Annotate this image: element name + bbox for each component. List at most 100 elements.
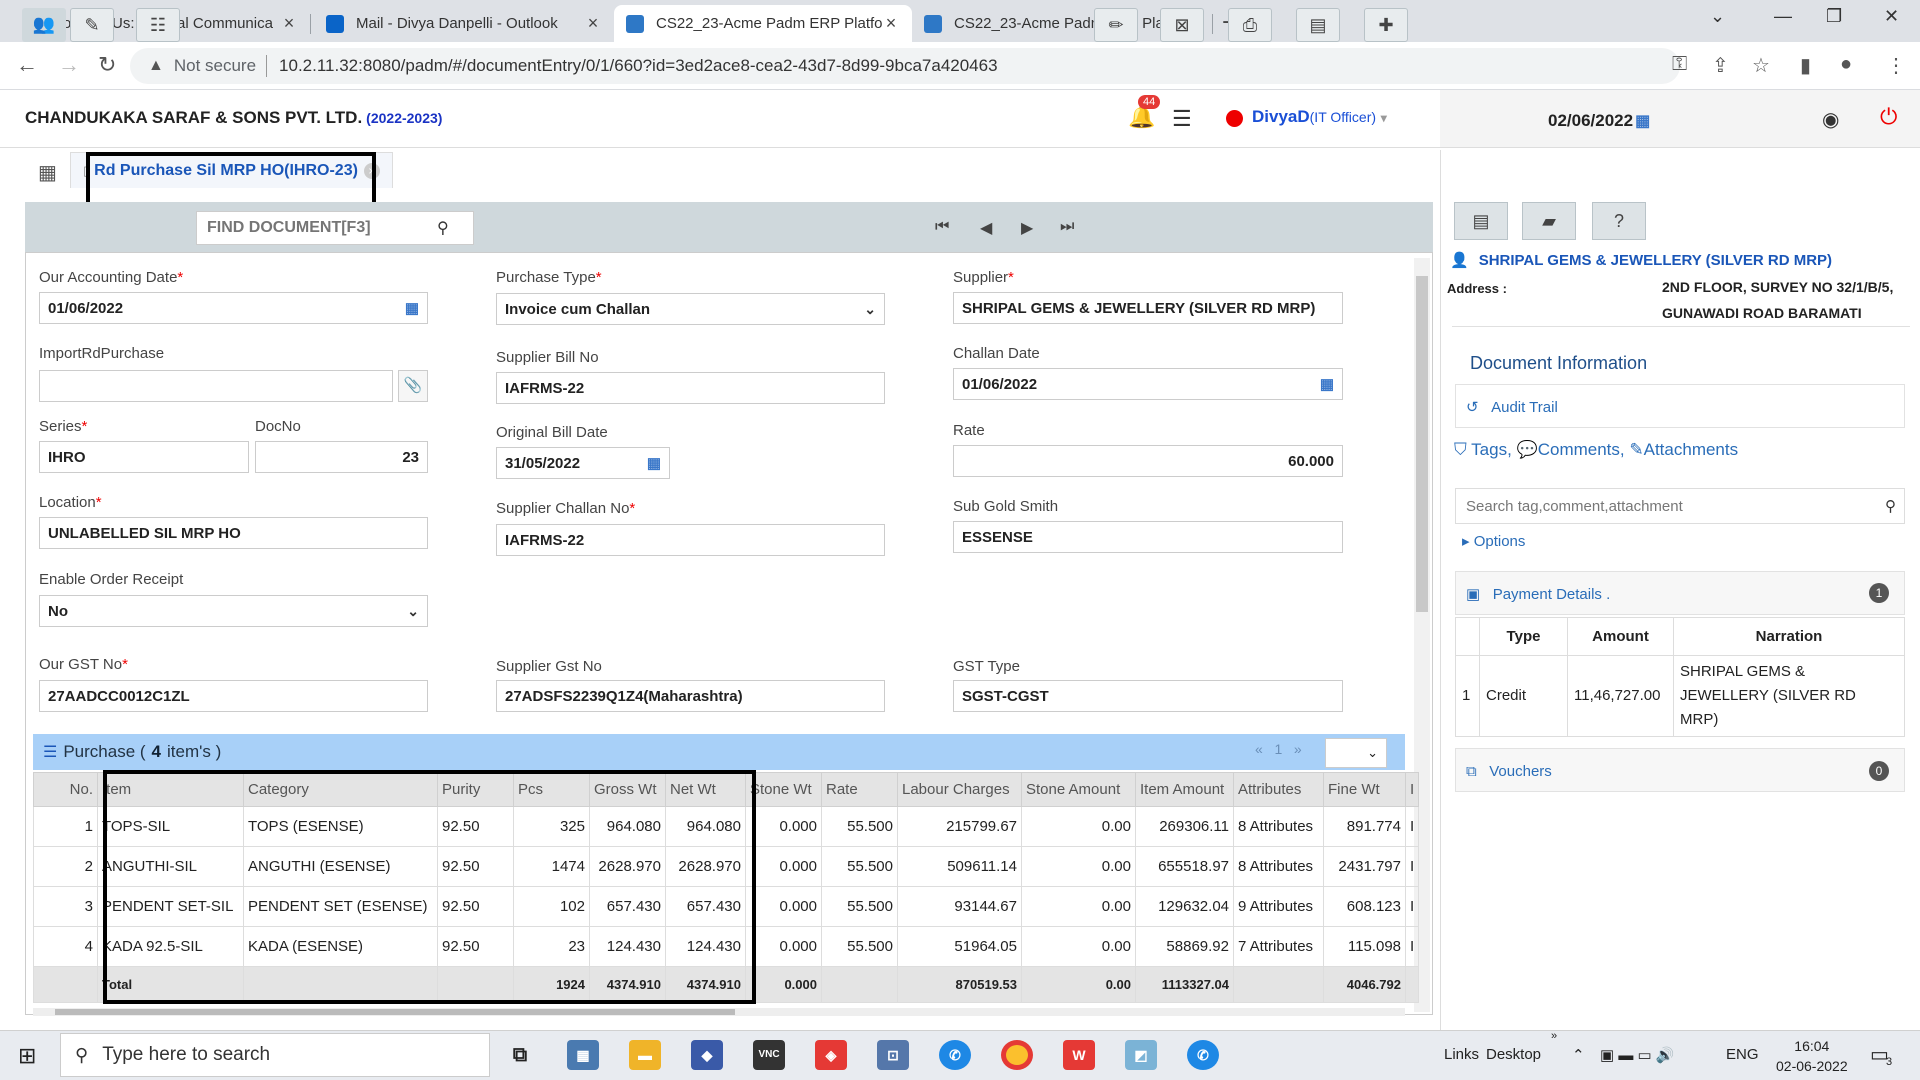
- cell-no[interactable]: 3: [33, 886, 98, 927]
- edit-entry-button[interactable]: ✎: [70, 8, 114, 42]
- cell-category[interactable]: TOPS (ESENSE): [243, 806, 438, 847]
- current-date[interactable]: 02/06/2022 ▦: [1548, 111, 1650, 131]
- attachment-clip-icon[interactable]: 📎: [398, 370, 428, 402]
- cell-gross-wt[interactable]: 2628.970: [589, 846, 666, 887]
- cell-rate[interactable]: 55.500: [821, 806, 898, 847]
- form-scrollbar-thumb[interactable]: [1416, 276, 1428, 612]
- table-row[interactable]: 2 ANGUTHI-SIL ANGUTHI (ESENSE) 92.50 1474 262…: [33, 846, 1420, 887]
- col-header-rate[interactable]: Rate: [821, 772, 898, 807]
- purchase-type-select[interactable]: Invoice cum Challan ⌄: [496, 293, 885, 325]
- browser-menu-icon[interactable]: ⋮: [1886, 53, 1906, 78]
- calendar-icon[interactable]: ▦: [647, 454, 661, 472]
- close-tab-icon[interactable]: ×: [882, 13, 900, 34]
- audit-trail-link[interactable]: ↺ Audit Trail: [1466, 398, 1558, 416]
- docno-field[interactable]: 23: [255, 441, 428, 473]
- cell-gross-wt[interactable]: 964.080: [589, 806, 666, 847]
- power-logout-icon[interactable]: ⏻: [1880, 104, 1897, 130]
- find-document-input[interactable]: [207, 219, 437, 237]
- desktop-toolbar[interactable]: Desktop: [1486, 1046, 1541, 1063]
- url-field[interactable]: ▲ Not secure 10.2.11.32:8080/padm/#/docu…: [130, 48, 1680, 84]
- app-icon[interactable]: ▦: [567, 1040, 599, 1070]
- close-tab-icon[interactable]: ×: [280, 13, 298, 34]
- key-icon[interactable]: ⚿: [1672, 53, 1687, 76]
- anydesk-icon[interactable]: ◈: [815, 1040, 847, 1070]
- gst-type-field[interactable]: SGST-CGST: [953, 680, 1343, 712]
- col-header-labour-charges[interactable]: Labour Charges: [897, 772, 1022, 807]
- cell-item[interactable]: ANGUTHI-SIL: [97, 846, 244, 887]
- cell-no[interactable]: 1: [33, 806, 98, 847]
- app-window-icon[interactable]: ◩: [1125, 1040, 1157, 1070]
- col-header-gross-wt[interactable]: Gross Wt: [589, 772, 666, 807]
- side-panel-icon[interactable]: ▮: [1800, 53, 1811, 78]
- cell-more[interactable]: I: [1404, 886, 1420, 927]
- add-new-button[interactable]: ✚: [1364, 8, 1408, 42]
- tags-comments-attachments[interactable]: ⛉ Tags, 💬Comments, ✎Attachments: [1454, 440, 1738, 460]
- col-header-fine-wt[interactable]: Fine Wt: [1323, 772, 1406, 807]
- challan-date-field[interactable]: 01/06/2022 ▦: [953, 368, 1343, 400]
- cell-attributes[interactable]: 7 Attributes: [1233, 926, 1324, 967]
- cell-category[interactable]: ANGUTHI (ESENSE): [243, 846, 438, 887]
- col-header-pcs[interactable]: Pcs: [513, 772, 590, 807]
- maximize-button[interactable]: ❐: [1826, 6, 1842, 27]
- share-icon[interactable]: ⇪: [1712, 53, 1729, 78]
- col-header-net-wt[interactable]: Net Wt: [665, 772, 746, 807]
- close-window-button[interactable]: ✕: [1884, 6, 1899, 27]
- wps-office-icon[interactable]: W: [1063, 1040, 1095, 1070]
- hide-eye-icon[interactable]: ◉: [1822, 107, 1839, 132]
- calendar-icon[interactable]: ▦: [1320, 375, 1334, 393]
- vouchers-link[interactable]: ⧉ Vouchers: [1466, 763, 1552, 780]
- col-header-no[interactable]: No.: [33, 772, 98, 807]
- cell-purity[interactable]: 92.50: [437, 886, 514, 927]
- cell-net-wt[interactable]: 124.430: [665, 926, 746, 967]
- cell-purity[interactable]: 92.50: [437, 806, 514, 847]
- language-indicator[interactable]: ENG: [1726, 1046, 1759, 1063]
- last-record-icon[interactable]: ⏭: [1060, 218, 1074, 236]
- cell-stone-wt[interactable]: 0.000: [745, 806, 822, 847]
- phone-app-icon[interactable]: ✆: [1187, 1040, 1219, 1070]
- cancel-document-button[interactable]: ⊠: [1160, 8, 1204, 42]
- profile-icon[interactable]: ●: [1840, 53, 1852, 76]
- col-header-more[interactable]: I: [1404, 772, 1420, 807]
- phone-app-icon[interactable]: ✆: [939, 1040, 971, 1070]
- cell-no[interactable]: 4: [33, 926, 98, 967]
- cell-rate[interactable]: 55.500: [821, 846, 898, 887]
- browser-tab-outlook[interactable]: Mail - Divya Danpelli - Outlook ×: [314, 5, 615, 42]
- cell-pcs[interactable]: 102: [513, 886, 590, 927]
- supplier-field[interactable]: SHRIPAL GEMS & JEWELLERY (SILVER RD MRP): [953, 292, 1343, 324]
- col-header-stone-wt[interactable]: Stone Wt: [745, 772, 822, 807]
- apps-grid-icon[interactable]: ▦: [38, 160, 57, 185]
- col-header-category[interactable]: Category: [243, 772, 438, 807]
- tray-icons[interactable]: ▣ ▬ ▭ 🔊: [1600, 1046, 1675, 1064]
- chrome-icon[interactable]: [1001, 1040, 1033, 1070]
- cell-stone-amount[interactable]: 0.00: [1021, 926, 1136, 967]
- toolbar-expand-icon[interactable]: »: [1551, 1030, 1557, 1042]
- tab-search-chevron-icon[interactable]: ⌄: [1710, 6, 1725, 27]
- list-view-button[interactable]: ☷: [136, 8, 180, 42]
- original-bill-date-field[interactable]: 31/05/2022 ▦: [496, 447, 670, 479]
- task-view-icon[interactable]: ⧉: [504, 1040, 536, 1070]
- table-row[interactable]: 3 PENDENT SET-SIL PENDENT SET (ESENSE) 92.5…: [33, 886, 1420, 927]
- cell-stone-amount[interactable]: 0.00: [1021, 806, 1136, 847]
- cell-labour-charges[interactable]: 215799.67: [897, 806, 1022, 847]
- cell-item[interactable]: TOPS-SIL: [97, 806, 244, 847]
- cell-attributes[interactable]: 9 Attributes: [1233, 886, 1324, 927]
- import-rd-purchase-field[interactable]: [39, 370, 393, 402]
- col-header-item-amount[interactable]: Item Amount: [1135, 772, 1234, 807]
- cell-gross-wt[interactable]: 657.430: [589, 886, 666, 927]
- cell-pcs[interactable]: 23: [513, 926, 590, 967]
- cell-labour-charges[interactable]: 51964.05: [897, 926, 1022, 967]
- cell-fine-wt[interactable]: 608.123: [1323, 886, 1406, 927]
- document-tab[interactable]: ▯ Rd Purchase Sil MRP HO(IHRO-23) ×: [70, 152, 393, 188]
- help-button[interactable]: ?: [1592, 202, 1646, 240]
- sub-gold-smith-field[interactable]: ESSENSE: [953, 521, 1343, 553]
- cell-item[interactable]: KADA 92.5-SIL: [97, 926, 244, 967]
- next-record-icon[interactable]: ▶: [1021, 218, 1033, 238]
- cell-gross-wt[interactable]: 124.430: [589, 926, 666, 967]
- details-view-button[interactable]: ▤: [1454, 202, 1508, 240]
- cell-pcs[interactable]: 325: [513, 806, 590, 847]
- col-header-item[interactable]: Item: [97, 772, 244, 807]
- user-menu[interactable]: DivyaD(IT Officer) ▾: [1252, 107, 1387, 127]
- table-row[interactable]: 1 TOPS-SIL TOPS (ESENSE) 92.50 325 964.080 964…: [33, 806, 1420, 847]
- cell-item[interactable]: PENDENT SET-SIL: [97, 886, 244, 927]
- close-document-tab-icon[interactable]: ×: [363, 162, 380, 179]
